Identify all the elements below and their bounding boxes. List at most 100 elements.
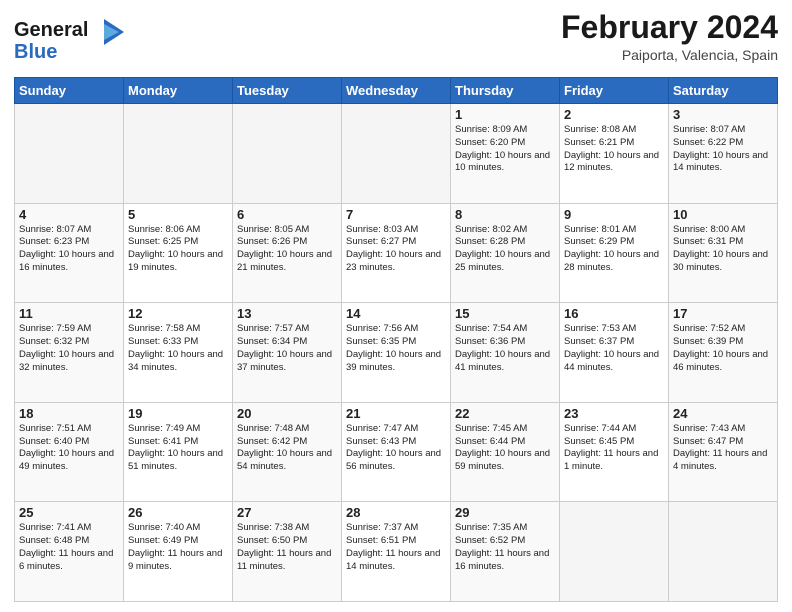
day-number: 9 <box>564 207 664 222</box>
calendar-table: SundayMondayTuesdayWednesdayThursdayFrid… <box>14 77 778 602</box>
calendar-cell: 15Sunrise: 7:54 AM Sunset: 6:36 PM Dayli… <box>451 303 560 403</box>
calendar-cell: 11 Sunrise: 7:59 AM Sunset: 6:32 PM Dayli… <box>15 303 124 403</box>
day-info: Sunrise: 7:54 AM Sunset: 6:36 PM Dayligh… <box>455 323 555 374</box>
day-info: Sunrise: 7:58 AM Sunset: 6:33 PM Dayligh… <box>128 323 228 374</box>
day-number: 24 <box>673 406 773 421</box>
calendar-cell <box>233 104 342 204</box>
day-info: Sunrise: 7:53 AM Sunset: 6:37 PM Dayligh… <box>564 323 664 374</box>
weekday-header: Tuesday <box>233 78 342 104</box>
header: General Blue February 2024 Paiporta, Val… <box>14 10 778 71</box>
calendar-header-row: SundayMondayTuesdayWednesdayThursdayFrid… <box>15 78 778 104</box>
day-number: 22 <box>455 406 555 421</box>
weekday-header: Saturday <box>669 78 778 104</box>
day-number: 28 <box>346 505 446 520</box>
subtitle: Paiporta, Valencia, Spain <box>561 47 778 63</box>
calendar-week-row: 11 Sunrise: 7:59 AM Sunset: 6:32 PM Dayli… <box>15 303 778 403</box>
day-info: Sunrise: 7:38 AM Sunset: 6:50 PM Dayligh… <box>237 522 337 573</box>
day-info: Sunrise: 7:45 AM Sunset: 6:44 PM Dayligh… <box>455 423 555 474</box>
calendar-cell: 20Sunrise: 7:48 AM Sunset: 6:42 PM Dayli… <box>233 402 342 502</box>
day-number: 29 <box>455 505 555 520</box>
calendar-cell: 3 Sunrise: 8:07 AM Sunset: 6:22 PM Daylig… <box>669 104 778 204</box>
calendar-cell: 29 Sunrise: 7:35 AM Sunset: 6:52 PM Dayli… <box>451 502 560 602</box>
weekday-header: Wednesday <box>342 78 451 104</box>
calendar-cell: 2Sunrise: 8:08 AM Sunset: 6:21 PM Daylig… <box>560 104 669 204</box>
day-number: 7 <box>346 207 446 222</box>
day-info: Sunrise: 8:08 AM Sunset: 6:21 PM Dayligh… <box>564 124 664 175</box>
calendar-cell: 10Sunrise: 8:00 AM Sunset: 6:31 PM Dayli… <box>669 203 778 303</box>
day-info: Sunrise: 7:52 AM Sunset: 6:39 PM Dayligh… <box>673 323 773 374</box>
calendar-cell: 18 Sunrise: 7:51 AM Sunset: 6:40 PM Dayli… <box>15 402 124 502</box>
day-number: 3 <box>673 107 773 122</box>
calendar-cell: 25Sunrise: 7:41 AM Sunset: 6:48 PM Dayli… <box>15 502 124 602</box>
day-info: Sunrise: 8:07 AM Sunset: 6:23 PM Dayligh… <box>19 224 119 275</box>
day-number: 4 <box>19 207 119 222</box>
day-number: 8 <box>455 207 555 222</box>
day-info: Sunrise: 7:35 AM Sunset: 6:52 PM Dayligh… <box>455 522 555 573</box>
day-info: Sunrise: 7:59 AM Sunset: 6:32 PM Dayligh… <box>19 323 119 374</box>
day-info: Sunrise: 8:03 AM Sunset: 6:27 PM Dayligh… <box>346 224 446 275</box>
day-info: Sunrise: 7:43 AM Sunset: 6:47 PM Dayligh… <box>673 423 773 474</box>
day-info: Sunrise: 7:49 AM Sunset: 6:41 PM Dayligh… <box>128 423 228 474</box>
calendar-week-row: 1 Sunrise: 8:09 AM Sunset: 6:20 PM Daylig… <box>15 104 778 204</box>
calendar-cell: 26 Sunrise: 7:40 AM Sunset: 6:49 PM Dayli… <box>124 502 233 602</box>
logo-svg: General Blue <box>14 14 124 66</box>
svg-text:General: General <box>14 19 88 41</box>
day-number: 26 <box>128 505 228 520</box>
calendar-cell: 21Sunrise: 7:47 AM Sunset: 6:43 PM Dayli… <box>342 402 451 502</box>
calendar-cell: 8 Sunrise: 8:02 AM Sunset: 6:28 PM Daylig… <box>451 203 560 303</box>
day-number: 27 <box>237 505 337 520</box>
logo: General Blue <box>14 14 124 71</box>
weekday-header: Friday <box>560 78 669 104</box>
calendar-cell <box>560 502 669 602</box>
calendar-cell: 23 Sunrise: 7:44 AM Sunset: 6:45 PM Dayli… <box>560 402 669 502</box>
day-number: 11 <box>19 306 119 321</box>
day-number: 16 <box>564 306 664 321</box>
calendar-cell: 24 Sunrise: 7:43 AM Sunset: 6:47 PM Dayli… <box>669 402 778 502</box>
calendar-cell: 7 Sunrise: 8:03 AM Sunset: 6:27 PM Daylig… <box>342 203 451 303</box>
day-number: 18 <box>19 406 119 421</box>
calendar-cell: 1 Sunrise: 8:09 AM Sunset: 6:20 PM Daylig… <box>451 104 560 204</box>
day-info: Sunrise: 7:47 AM Sunset: 6:43 PM Dayligh… <box>346 423 446 474</box>
calendar-cell <box>669 502 778 602</box>
day-info: Sunrise: 8:06 AM Sunset: 6:25 PM Dayligh… <box>128 224 228 275</box>
day-info: Sunrise: 8:01 AM Sunset: 6:29 PM Dayligh… <box>564 224 664 275</box>
day-number: 1 <box>455 107 555 122</box>
day-number: 17 <box>673 306 773 321</box>
calendar-cell <box>124 104 233 204</box>
day-info: Sunrise: 7:57 AM Sunset: 6:34 PM Dayligh… <box>237 323 337 374</box>
calendar-cell: 22 Sunrise: 7:45 AM Sunset: 6:44 PM Dayli… <box>451 402 560 502</box>
calendar-cell: 14Sunrise: 7:56 AM Sunset: 6:35 PM Dayli… <box>342 303 451 403</box>
calendar-cell <box>15 104 124 204</box>
day-info: Sunrise: 8:05 AM Sunset: 6:26 PM Dayligh… <box>237 224 337 275</box>
day-number: 12 <box>128 306 228 321</box>
day-info: Sunrise: 7:48 AM Sunset: 6:42 PM Dayligh… <box>237 423 337 474</box>
calendar-cell: 28Sunrise: 7:37 AM Sunset: 6:51 PM Dayli… <box>342 502 451 602</box>
calendar-cell: 13Sunrise: 7:57 AM Sunset: 6:34 PM Dayli… <box>233 303 342 403</box>
weekday-header: Sunday <box>15 78 124 104</box>
day-info: Sunrise: 7:44 AM Sunset: 6:45 PM Dayligh… <box>564 423 664 474</box>
calendar-cell: 27 Sunrise: 7:38 AM Sunset: 6:50 PM Dayli… <box>233 502 342 602</box>
day-info: Sunrise: 8:09 AM Sunset: 6:20 PM Dayligh… <box>455 124 555 175</box>
day-info: Sunrise: 8:07 AM Sunset: 6:22 PM Dayligh… <box>673 124 773 175</box>
calendar-cell <box>342 104 451 204</box>
day-number: 23 <box>564 406 664 421</box>
svg-text:Blue: Blue <box>14 41 57 63</box>
weekday-header: Thursday <box>451 78 560 104</box>
calendar-cell: 17 Sunrise: 7:52 AM Sunset: 6:39 PM Dayli… <box>669 303 778 403</box>
day-number: 10 <box>673 207 773 222</box>
day-info: Sunrise: 7:51 AM Sunset: 6:40 PM Dayligh… <box>19 423 119 474</box>
page: General Blue February 2024 Paiporta, Val… <box>0 0 792 612</box>
calendar-cell: 9 Sunrise: 8:01 AM Sunset: 6:29 PM Daylig… <box>560 203 669 303</box>
day-info: Sunrise: 7:40 AM Sunset: 6:49 PM Dayligh… <box>128 522 228 573</box>
day-number: 19 <box>128 406 228 421</box>
calendar-cell: 12 Sunrise: 7:58 AM Sunset: 6:33 PM Dayli… <box>124 303 233 403</box>
weekday-header: Monday <box>124 78 233 104</box>
calendar-cell: 6Sunrise: 8:05 AM Sunset: 6:26 PM Daylig… <box>233 203 342 303</box>
calendar-cell: 5Sunrise: 8:06 AM Sunset: 6:25 PM Daylig… <box>124 203 233 303</box>
day-info: Sunrise: 8:02 AM Sunset: 6:28 PM Dayligh… <box>455 224 555 275</box>
calendar-cell: 19 Sunrise: 7:49 AM Sunset: 6:41 PM Dayli… <box>124 402 233 502</box>
logo-text: General Blue <box>14 14 124 71</box>
calendar-cell: 16 Sunrise: 7:53 AM Sunset: 6:37 PM Dayli… <box>560 303 669 403</box>
day-info: Sunrise: 7:41 AM Sunset: 6:48 PM Dayligh… <box>19 522 119 573</box>
title-block: February 2024 Paiporta, Valencia, Spain <box>561 10 778 63</box>
